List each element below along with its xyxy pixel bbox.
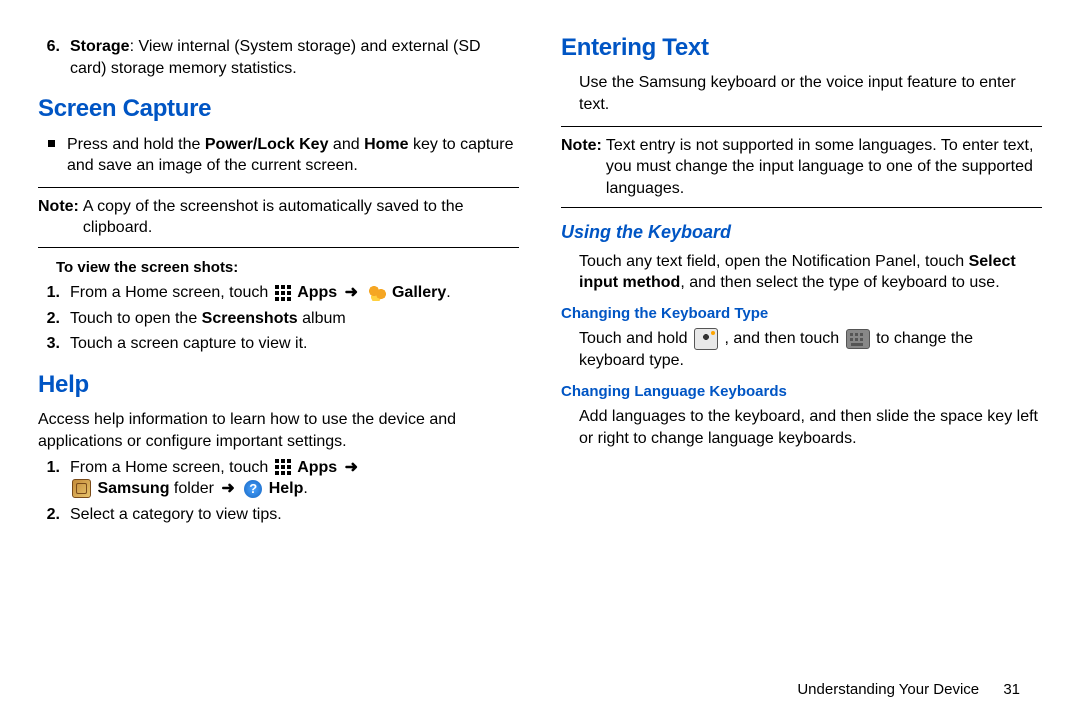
using-keyboard-text: Touch any text field, open the Notificat…	[561, 251, 1042, 294]
note-screenshot-clipboard: Note: A copy of the screenshot is automa…	[38, 187, 519, 248]
heading-screen-capture: Screen Capture	[38, 93, 519, 125]
samsung-folder-icon	[72, 479, 91, 498]
entering-text-intro: Use the Samsung keyboard or the voice in…	[561, 72, 1042, 115]
changing-keyboard-type-text: Touch and hold , and then touch to chang…	[561, 328, 1042, 372]
screen-capture-bullet: Press and hold the Power/Lock Key and Ho…	[38, 134, 519, 177]
keyboard-icon	[846, 329, 870, 349]
arrow-icon: ➜	[345, 459, 358, 476]
footer-section: Understanding Your Device	[797, 681, 979, 698]
note-language-support: Note: Text entry is not supported in som…	[561, 126, 1042, 209]
arrow-icon: ➜	[221, 480, 234, 497]
page-body: 6. Storage: View internal (System storag…	[0, 0, 1080, 650]
subheading-view-screenshots: To view the screen shots:	[38, 258, 519, 278]
note-label: Note:	[561, 135, 602, 157]
square-bullet-icon	[48, 140, 55, 147]
arrow-icon: ➜	[345, 284, 358, 301]
note-text: Text entry is not supported in some lang…	[606, 135, 1042, 200]
help-intro: Access help information to learn how to …	[38, 409, 519, 452]
gallery-icon	[368, 285, 386, 301]
list-number: 6.	[38, 36, 60, 58]
heading-using-keyboard: Using the Keyboard	[561, 220, 1042, 244]
storage-label: Storage	[70, 38, 130, 55]
page-number: 31	[1003, 681, 1020, 698]
note-text: A copy of the screenshot is automaticall…	[83, 196, 519, 239]
mic-settings-icon	[694, 328, 718, 350]
right-column: Entering Text Use the Samsung keyboard o…	[561, 32, 1042, 630]
page-footer: Understanding Your Device 31	[797, 681, 1020, 698]
help-steps: 1. From a Home screen, touch Apps ➜ Sams…	[38, 457, 519, 526]
heading-changing-keyboard-type: Changing the Keyboard Type	[561, 304, 1042, 324]
heading-changing-language-keyboards: Changing Language Keyboards	[561, 382, 1042, 402]
heading-help: Help	[38, 369, 519, 401]
apps-grid-icon	[275, 285, 291, 301]
storage-item: 6. Storage: View internal (System storag…	[38, 36, 519, 79]
changing-language-text: Add languages to the keyboard, and then …	[561, 406, 1042, 449]
help-icon: ?	[244, 480, 262, 498]
note-label: Note:	[38, 196, 79, 218]
storage-text: Storage: View internal (System storage) …	[70, 36, 519, 79]
view-screenshots-steps: 1. From a Home screen, touch Apps ➜ Gall…	[38, 282, 519, 355]
left-column: 6. Storage: View internal (System storag…	[38, 32, 519, 630]
heading-entering-text: Entering Text	[561, 32, 1042, 64]
apps-grid-icon	[275, 459, 291, 475]
